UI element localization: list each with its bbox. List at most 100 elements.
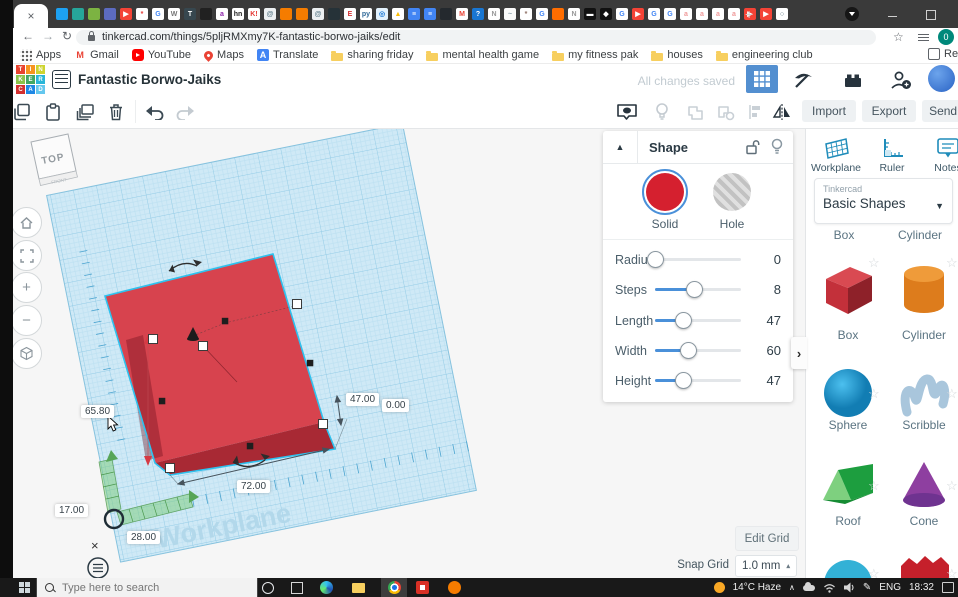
tab-favicon[interactable] (328, 8, 340, 20)
weather-icon[interactable] (714, 582, 725, 593)
chrome-icon[interactable] (381, 578, 407, 597)
favorite-star-icon[interactable]: ☆ (868, 566, 880, 578)
tab-favicon[interactable]: ~ (504, 8, 516, 20)
bookmark-star-icon[interactable]: ☆ (893, 30, 904, 44)
ruler-close-icon[interactable]: × (91, 538, 99, 553)
bookmark-item[interactable]: A Translate (257, 49, 318, 61)
favorite-star-icon[interactable]: ☆ (946, 255, 958, 271)
paste-button[interactable] (41, 101, 65, 122)
shape-library-select[interactable]: Tinkercad Basic Shapes ▼ (814, 178, 953, 224)
hide-selected-button[interactable] (650, 101, 674, 122)
onedrive-icon[interactable] (803, 585, 815, 591)
tab-favicon[interactable]: M (456, 8, 468, 20)
new-tab-button[interactable]: + (745, 6, 753, 22)
send-to-button[interactable]: Send To (922, 100, 958, 122)
tool-ruler[interactable]: Ruler (866, 136, 918, 174)
url-text[interactable]: tinkercad.com/things/5pljRMXmy7K-fantast… (102, 31, 400, 43)
slider-value[interactable]: 47 (767, 313, 781, 328)
tinkercad-profile-avatar[interactable] (928, 65, 955, 92)
3d-viewport[interactable]: Workplane TOP FRONT (13, 128, 805, 578)
window-maximize-button[interactable] (926, 10, 936, 20)
media-controls-icon[interactable] (845, 7, 859, 21)
slider-knob[interactable] (647, 251, 664, 268)
cortana-button[interactable] (262, 578, 274, 597)
tab-favicon[interactable]: ≡ (408, 8, 420, 20)
bookmark-item[interactable]: YouTube (132, 49, 191, 61)
weather-text[interactable]: 14°C Haze (733, 582, 781, 593)
tool-workplane[interactable]: Workplane (810, 136, 862, 174)
slider-value[interactable]: 8 (774, 282, 781, 297)
share-invite-button[interactable] (886, 70, 916, 89)
reload-icon[interactable]: ↻ (62, 29, 72, 43)
tab-favicon[interactable]: G (536, 8, 548, 20)
tab-favicon[interactable] (72, 8, 84, 20)
tab-favicon[interactable]: N (568, 8, 580, 20)
taskbar-search[interactable] (36, 578, 258, 597)
delete-button[interactable] (104, 101, 128, 122)
language-indicator[interactable]: ENG (879, 582, 901, 593)
dim-label-ruler-x[interactable]: 28.00 (127, 531, 160, 544)
tab-favicon[interactable]: * (520, 8, 532, 20)
pen-icon[interactable]: ✎ (863, 582, 871, 593)
design-title[interactable]: Fantastic Borwo-Jaiks (78, 72, 221, 87)
bookmark-item[interactable]: engineering club (716, 49, 813, 61)
clock[interactable]: 18:32 (909, 582, 934, 593)
window-minimize-button[interactable] (888, 16, 897, 17)
tab-favicon[interactable]: ◎ (376, 8, 388, 20)
show-all-button[interactable] (615, 101, 639, 122)
tab-favicon[interactable]: a (680, 8, 692, 20)
bookmark-item[interactable]: Maps (204, 49, 244, 61)
reading-list-button[interactable]: Reading list (928, 48, 958, 60)
slider-value[interactable]: 60 (767, 343, 781, 358)
tab-close-icon[interactable]: × (27, 9, 34, 23)
sidebar-collapse-button[interactable]: › (791, 337, 807, 369)
group-button[interactable] (684, 101, 708, 122)
tab-favicon[interactable]: ▶ (120, 8, 132, 20)
tab-favicon[interactable] (552, 8, 564, 20)
file-explorer-icon[interactable] (352, 578, 365, 597)
favorite-star-icon[interactable]: ☆ (868, 255, 880, 271)
bookmark-item[interactable]: sharing friday (331, 49, 413, 61)
dim-label-height[interactable]: 65.80 (81, 405, 114, 418)
tab-favicon[interactable]: ○ (776, 8, 788, 20)
solid-option[interactable] (646, 173, 684, 211)
dim-label-elevation[interactable]: 0.00 (382, 399, 409, 412)
undo-button[interactable] (142, 101, 166, 122)
tab-favicon[interactable]: E (344, 8, 356, 20)
favorite-star-icon[interactable]: ☆ (868, 386, 880, 402)
dim-label-side[interactable]: 47.00 (346, 393, 379, 406)
design-menu-icon[interactable] (52, 70, 71, 89)
export-button[interactable]: Export (862, 100, 916, 122)
tab-favicon[interactable]: ▶ (760, 8, 772, 20)
brick-export-button[interactable] (838, 70, 868, 89)
tab-favicon[interactable]: ◆ (600, 8, 612, 20)
slider-knob[interactable] (686, 281, 703, 298)
panel-collapse-button[interactable]: ▲ (603, 131, 638, 163)
tab-favicon[interactable]: a (696, 8, 708, 20)
notification-center-icon[interactable] (942, 582, 954, 593)
minecraft-export-button[interactable] (788, 70, 818, 89)
flip-mirror-button[interactable] (770, 101, 794, 122)
tab-favicon[interactable]: G (152, 8, 164, 20)
tab-favicon[interactable] (104, 8, 116, 20)
wifi-icon[interactable] (823, 582, 836, 593)
background-tabs[interactable]: ▶*GWTahnK!@@Epy◎▲≡≡M?N~*GN▬◆G▶GGaaaa▶▶○ (56, 8, 788, 20)
reading-list-icon[interactable] (918, 32, 929, 42)
ungroup-button[interactable] (714, 101, 738, 122)
back-icon[interactable]: ← (22, 29, 34, 43)
favorite-star-icon[interactable]: ☆ (946, 478, 958, 494)
forward-icon[interactable]: → (42, 29, 54, 43)
tab-favicon[interactable]: T (184, 8, 196, 20)
favorite-star-icon[interactable]: ☆ (946, 566, 958, 578)
tinkercad-logo[interactable]: TINKERCAD (16, 65, 45, 94)
tab-favicon[interactable] (88, 8, 100, 20)
slider-knob[interactable] (675, 312, 692, 329)
tray-expand-icon[interactable]: ∧ (789, 583, 795, 592)
edit-grid-button[interactable]: Edit Grid (735, 526, 799, 551)
snap-grid-select[interactable]: 1.0 mm ▴ (735, 555, 797, 577)
bookmark-item[interactable]: Apps (20, 49, 61, 61)
tab-favicon[interactable]: G (648, 8, 660, 20)
lock-icon[interactable] (745, 139, 761, 156)
dim-label-width[interactable]: 72.00 (237, 480, 270, 493)
favorite-star-icon[interactable]: ☆ (868, 478, 880, 494)
